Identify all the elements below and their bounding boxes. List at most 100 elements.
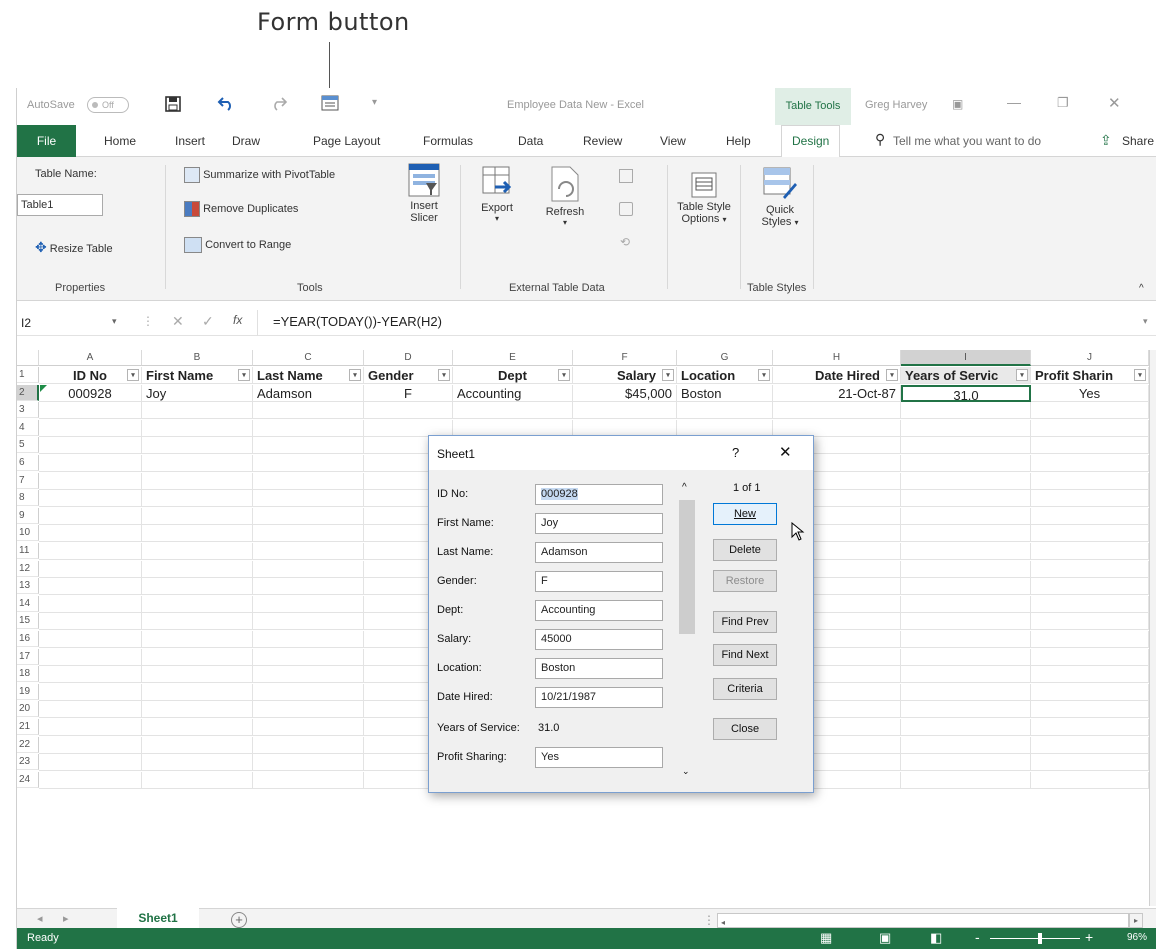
horizontal-scrollbar[interactable]: ◂ [717,913,1129,928]
cell[interactable] [142,719,253,736]
refresh-button[interactable]: Refresh ▾ [541,165,589,227]
scroll-up-icon[interactable]: ^ [682,482,687,493]
row-header[interactable]: 10 [17,525,39,542]
cell[interactable] [142,578,253,596]
cell[interactable] [39,402,142,420]
column-header[interactable]: J [1031,350,1149,366]
cell[interactable] [1031,560,1149,578]
cell[interactable] [39,560,142,578]
row-header[interactable]: 15 [17,613,39,630]
export-button[interactable]: Export ▾ [477,165,517,223]
row-header[interactable]: 23 [17,754,39,771]
insert-slicer-button[interactable]: Insert Slicer [401,163,447,224]
table-header-cell[interactable]: Location ▾ [677,367,773,384]
table-data-cell[interactable]: 000928 [39,384,142,402]
filter-dropdown-icon[interactable]: ▾ [886,369,898,381]
table-data-cell[interactable]: Accounting [453,384,573,402]
column-header[interactable]: C [253,350,364,366]
cell[interactable] [39,543,142,560]
row-header[interactable]: 17 [17,648,39,665]
field-input[interactable]: F [535,571,663,592]
filter-dropdown-icon[interactable]: ▾ [1016,369,1028,381]
user-name[interactable]: Greg Harvey [865,99,927,111]
help-icon[interactable]: ? [732,445,739,460]
cell[interactable] [142,402,253,420]
cell[interactable] [901,472,1031,490]
row-header[interactable]: 5 [17,437,39,454]
filter-dropdown-icon[interactable]: ▾ [758,369,770,381]
filter-dropdown-icon[interactable]: ▾ [127,369,139,381]
row-header[interactable]: 18 [17,666,39,683]
cell[interactable] [1031,507,1149,525]
cell[interactable] [1031,666,1149,684]
cell[interactable] [39,595,142,613]
collapse-ribbon-icon[interactable]: ^ [1139,283,1144,294]
cell[interactable] [1031,683,1149,701]
minimize-icon[interactable]: — [1007,94,1021,110]
find-next-button[interactable]: Find Next [713,644,777,666]
restore-icon[interactable]: ❐ [1057,95,1069,111]
zoom-in-icon[interactable]: + [1085,929,1093,945]
cell[interactable] [1031,490,1149,508]
cell[interactable] [253,455,364,472]
cell[interactable] [142,437,253,455]
table-data-cell[interactable]: Yes [1031,384,1149,402]
cell[interactable] [142,613,253,631]
ribbon-display-icon[interactable]: ▣ [952,97,963,111]
form-button-icon[interactable] [321,95,339,114]
cell[interactable] [142,490,253,508]
undo-icon[interactable] [217,95,235,114]
field-input[interactable]: Boston [535,658,663,679]
cell[interactable] [901,771,1031,789]
table-header-cell[interactable]: Last Name ▾ [253,367,364,384]
cell[interactable] [142,595,253,613]
new-button[interactable]: New [713,503,777,525]
cell[interactable] [901,578,1031,596]
row-header[interactable]: 6 [17,455,39,471]
table-data-cell[interactable]: Boston [677,384,773,402]
cell[interactable] [142,631,253,648]
cell[interactable] [142,419,253,437]
cell[interactable] [901,455,1031,472]
table-header-cell[interactable]: Years of Servic ▾ [901,367,1031,384]
cell[interactable] [253,701,364,719]
cell[interactable] [1031,701,1149,719]
row-header[interactable]: 11 [17,543,39,559]
cell[interactable] [901,666,1031,684]
column-header[interactable]: F [573,350,677,366]
cell[interactable] [253,507,364,525]
cell[interactable] [142,455,253,472]
table-data-cell[interactable]: 21-Oct-87 [773,384,901,402]
cell[interactable] [901,560,1031,578]
cell[interactable] [1031,771,1149,789]
cell[interactable] [39,437,142,455]
column-header[interactable]: B [142,350,253,366]
new-sheet-icon[interactable]: + [231,912,247,928]
cell[interactable] [1031,595,1149,613]
cell[interactable] [39,578,142,596]
record-scrollbar[interactable]: ^ ⌄ [677,480,697,788]
cell[interactable] [253,631,364,648]
cell[interactable] [39,648,142,666]
normal-view-icon[interactable]: ▦ [820,930,832,946]
table-header-cell[interactable]: Dept ▾ [453,367,573,384]
cell[interactable] [39,719,142,736]
enter-icon[interactable]: ✓ [202,313,214,330]
table-data-cell[interactable]: Adamson [253,384,364,402]
field-input[interactable]: 10/21/1987 [535,687,663,708]
scroll-left-arrow-icon[interactable]: ◂ [718,918,725,927]
cell[interactable] [253,613,364,631]
table-data-cell[interactable]: Joy [142,384,253,402]
filter-dropdown-icon[interactable]: ▾ [238,369,250,381]
cell[interactable] [253,754,364,772]
cell[interactable] [901,754,1031,772]
tab-formulas[interactable]: Formulas [423,134,473,148]
customize-qat-icon[interactable]: ▾ [372,97,377,108]
tab-help[interactable]: Help [726,134,751,148]
cell[interactable] [1031,472,1149,490]
field-input[interactable]: Accounting [535,600,663,621]
table-data-cell[interactable]: $45,000 [573,384,677,402]
cell[interactable] [142,525,253,543]
filter-dropdown-icon[interactable]: ▾ [349,369,361,381]
autosave-toggle[interactable]: Off [87,97,129,113]
